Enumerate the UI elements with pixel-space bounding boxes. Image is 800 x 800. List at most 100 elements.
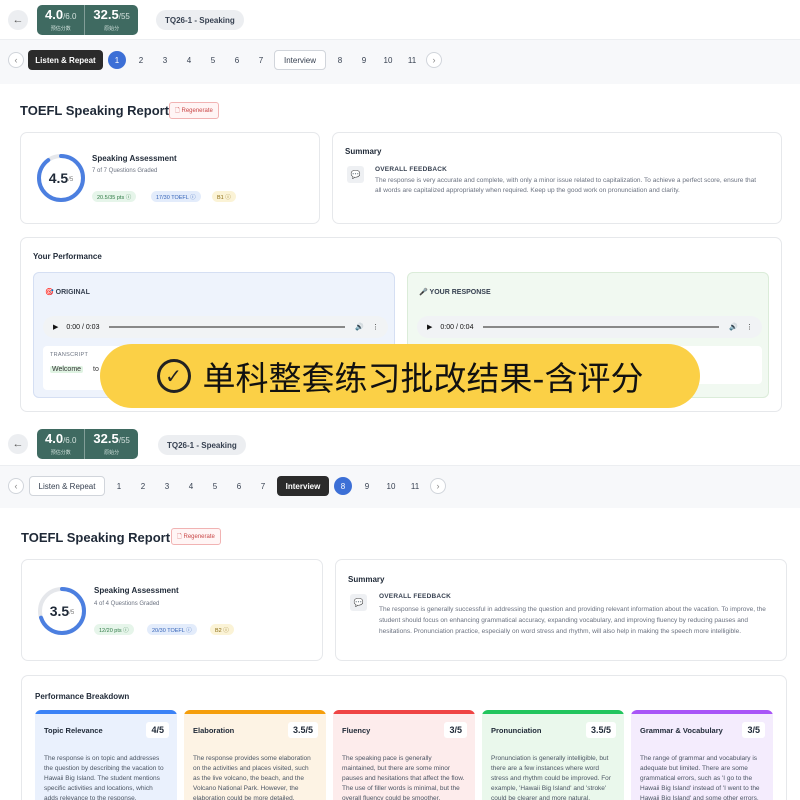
next-arrow-icon[interactable]: › — [430, 478, 446, 494]
question-4[interactable]: 4 — [182, 477, 200, 495]
question-5[interactable]: 5 — [206, 477, 224, 495]
breakdown-grammar-vocabulary: Grammar & Vocabulary 3/5 The range of gram… — [631, 710, 773, 800]
audio-time: 0:00 / 0:04 — [440, 323, 474, 331]
transcript-word: Welcome — [50, 366, 84, 373]
points-badge: 12/20 pts ⓘ — [94, 624, 134, 635]
question-9[interactable]: 9 — [358, 477, 376, 495]
question-navigator: ‹ Listen & Repeat 1 2 3 4 5 6 7 Intervie… — [0, 48, 800, 72]
result-banner: ✓ 单科整套练习批改结果-含评分 — [100, 344, 700, 408]
next-arrow-icon[interactable]: › — [426, 52, 442, 68]
summary-title: Summary — [348, 575, 385, 584]
question-4[interactable]: 4 — [180, 51, 198, 69]
volume-icon[interactable]: 🔊 — [355, 323, 364, 331]
speech-bubble-icon: 💬 — [350, 594, 367, 611]
criterion-feedback: The range of grammar and vocabulary is a… — [640, 755, 760, 800]
summary-title: Summary — [345, 147, 382, 156]
back-arrow-icon[interactable]: ← — [8, 434, 28, 454]
color-strip — [631, 710, 773, 714]
assessment-subtitle: 4 of 4 Questions Graded — [94, 601, 160, 607]
question-1[interactable]: 1 — [110, 477, 128, 495]
question-8[interactable]: 8 — [334, 477, 352, 495]
criterion-feedback: The speaking pace is generally maintaine… — [342, 755, 465, 800]
audio-time: 0:00 / 0:03 — [66, 323, 100, 331]
level-badge: B1 ⓘ — [212, 191, 236, 202]
performance-title: Your Performance — [33, 252, 102, 261]
question-6[interactable]: 6 — [228, 51, 246, 69]
regenerate-button[interactable]: 🗋 Regenerate — [171, 528, 221, 545]
volume-icon[interactable]: 🔊 — [729, 323, 738, 331]
audio-seek-bar[interactable] — [109, 326, 346, 328]
response-title: YOUR RESPONSE — [429, 289, 491, 296]
report-title: TOEFL Speaking Report — [21, 530, 171, 545]
prev-arrow-icon[interactable]: ‹ — [8, 478, 24, 494]
breakdown-title: Performance Breakdown — [35, 692, 130, 701]
question-navigator: ‹ Listen & Repeat 1 2 3 4 5 6 7 Intervie… — [0, 474, 800, 498]
criterion-name: Grammar & Vocabulary — [640, 726, 723, 735]
question-7[interactable]: 7 — [252, 51, 270, 69]
criterion-score: 3.5/5 — [585, 722, 616, 738]
question-2[interactable]: 2 — [134, 477, 152, 495]
regenerate-button[interactable]: 🗋 Regenerate — [169, 102, 219, 119]
back-arrow-icon[interactable]: ← — [8, 10, 28, 30]
breakdown-pronunciation: Pronunciation 3.5/5 Pronunciation is gener… — [482, 710, 624, 800]
response-audio-player[interactable]: ▶ 0:00 / 0:04 🔊 ⋮ — [417, 316, 762, 338]
assessment-subtitle: 7 of 7 Questions Graded — [92, 168, 158, 174]
play-icon[interactable]: ▶ — [53, 323, 58, 331]
level-badge: B2 ⓘ — [210, 624, 234, 635]
color-strip — [482, 710, 624, 714]
estimated-score: 4.0/6.0 预估分数 — [45, 431, 77, 457]
microphone-icon: 🎤 — [419, 289, 428, 296]
criterion-name: Topic Relevance — [44, 726, 103, 735]
criterion-name: Elaboration — [193, 726, 235, 735]
banner-text: 单科整套练习批改结果-含评分 — [202, 359, 644, 398]
top-bar: ← 4.0/6.0 预估分数 32.5/55 原始分 TQ26-1 - Spea… — [0, 422, 800, 466]
criterion-score: 3/5 — [444, 722, 467, 738]
more-options-icon[interactable]: ⋮ — [372, 323, 379, 331]
check-circle-icon: ✓ — [156, 359, 191, 393]
play-icon[interactable]: ▶ — [427, 323, 432, 331]
criterion-score: 4/5 — [146, 722, 169, 738]
question-1[interactable]: 1 — [108, 51, 126, 69]
prev-arrow-icon[interactable]: ‹ — [8, 52, 24, 68]
assessment-title: Speaking Assessment — [92, 154, 177, 163]
question-10[interactable]: 10 — [379, 51, 397, 69]
assessment-title: Speaking Assessment — [94, 586, 179, 595]
screenshot-question-8: ← 4.0/6.0 预估分数 32.5/55 原始分 TQ26-1 - Spea… — [0, 422, 800, 800]
question-2[interactable]: 2 — [132, 51, 150, 69]
criterion-score: 3.5/5 — [287, 722, 318, 738]
color-strip — [184, 710, 326, 714]
audio-seek-bar[interactable] — [483, 326, 720, 328]
question-10[interactable]: 10 — [382, 477, 400, 495]
criterion-feedback: Pronunciation is generally intelligible,… — [491, 755, 611, 800]
color-strip — [333, 710, 475, 714]
question-6[interactable]: 6 — [230, 477, 248, 495]
points-badge: 20.5/35 pts ⓘ — [92, 191, 137, 202]
section-interview[interactable]: Interview — [274, 50, 326, 70]
score-ring: 3.5/5 — [37, 586, 87, 636]
question-11[interactable]: 11 — [403, 51, 421, 69]
score-panel: 4.0/6.0 预估分数 32.5/55 原始分 — [37, 429, 138, 459]
question-3[interactable]: 3 — [156, 51, 174, 69]
criterion-score: 3/5 — [742, 722, 765, 738]
original-audio-player[interactable]: ▶ 0:00 / 0:03 🔊 ⋮ — [43, 316, 388, 338]
criterion-feedback: The response is on topic and addresses t… — [44, 755, 164, 800]
question-5[interactable]: 5 — [204, 51, 222, 69]
question-11[interactable]: 11 — [406, 477, 424, 495]
overall-feedback-label: OVERALL FEEDBACK — [375, 166, 448, 173]
question-7[interactable]: 7 — [254, 477, 272, 495]
summary-card: Summary 💬 OVERALL FEEDBACK The response … — [332, 132, 782, 224]
overall-feedback-text: The response is very accurate and comple… — [375, 177, 757, 194]
question-8[interactable]: 8 — [331, 51, 349, 69]
raw-score: 32.5/55 原始分 — [84, 429, 137, 459]
question-9[interactable]: 9 — [355, 51, 373, 69]
question-3[interactable]: 3 — [158, 477, 176, 495]
report-content: TOEFL Speaking Report 🗋 Regenerate 3.5/5… — [0, 508, 800, 800]
test-name-pill: TQ26-1 - Speaking — [156, 10, 244, 30]
more-options-icon[interactable]: ⋮ — [746, 323, 753, 331]
transcript-word: to — [93, 366, 99, 373]
section-listen-repeat[interactable]: Listen & Repeat — [29, 476, 105, 496]
section-listen-repeat[interactable]: Listen & Repeat — [28, 50, 103, 70]
estimated-score: 4.0/6.0 预估分数 — [45, 7, 77, 33]
breakdown-topic-relevance: Topic Relevance 4/5 The response is on top… — [35, 710, 177, 800]
section-interview[interactable]: Interview — [277, 476, 329, 496]
